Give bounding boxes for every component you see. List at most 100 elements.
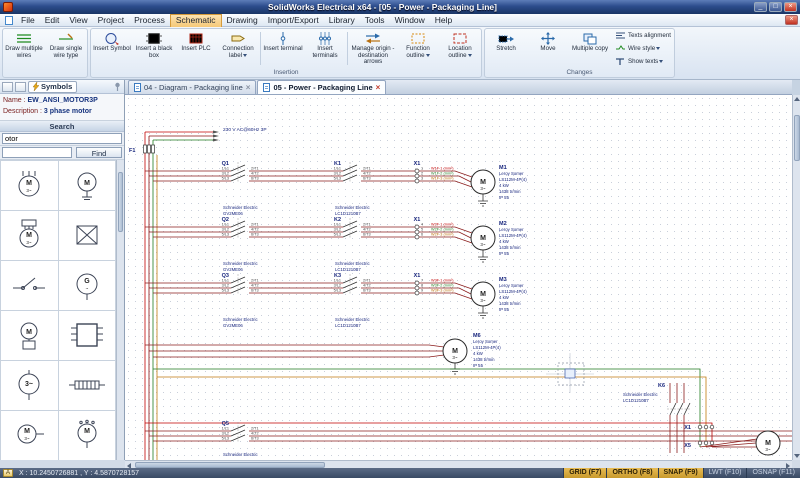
breaker-q5[interactable]: Q5 1/L1 3/L2 5/L3 2/T1 4/T2 6/T3 Schneid… [145, 421, 792, 457]
button-label: Connection label [222, 45, 254, 59]
bottom-right-circuit[interactable]: X1 X5 M 3~ [684, 424, 781, 456]
menu-project[interactable]: Project [93, 14, 129, 27]
menu-edit[interactable]: Edit [40, 14, 65, 27]
terminal-number: 8 [421, 284, 423, 288]
search-input[interactable] [2, 133, 122, 144]
move-icon [540, 31, 557, 45]
insert-terminals-button[interactable]: Insert terminals [304, 29, 346, 68]
draw-single-wire-button[interactable]: Draw single wire type [45, 29, 87, 68]
symbol-thumbnail[interactable]: G ~ [58, 261, 115, 310]
toggle-ortho[interactable]: ORTHO (F8) [606, 468, 658, 478]
motor-m6[interactable]: M 3~ M6 Leroy Somer LS112M-4P(4) 4 kW 14… [145, 333, 501, 375]
move-button[interactable]: Move [527, 29, 569, 68]
symbol-thumbnail[interactable] [58, 311, 115, 360]
button-label: Insert a black box [135, 45, 173, 59]
menu-process[interactable]: Process [129, 14, 170, 27]
schematic-canvas[interactable]: 230 V AC@60Hz 3P F1 Q1 1/L1 3/L2 5/L3 2/… [125, 95, 792, 460]
pushpin-icon[interactable] [113, 82, 122, 91]
menu-tools[interactable]: Tools [360, 14, 390, 27]
draw-multiple-wires-button[interactable]: Draw multiple wires [3, 29, 45, 68]
symbol-thumbnail[interactable]: M 3~ [1, 411, 58, 460]
insert-terminal-button[interactable]: Insert terminal [262, 29, 304, 68]
scrollbar-thumb[interactable] [794, 115, 800, 161]
terminals-icon [317, 31, 334, 45]
symbols-panel-tab[interactable]: Symbols [28, 80, 78, 93]
menu-help[interactable]: Help [430, 14, 457, 27]
motor-speed-label: 1438 tr/min [499, 301, 521, 306]
symbol-thumbnail[interactable]: M [1, 311, 58, 360]
menu-file[interactable]: File [16, 14, 40, 27]
branch-1-labels[interactable]: Q1 1/L1 3/L2 5/L3 2/T1 4/T2 6/T3 Schneid… [222, 161, 528, 216]
symbol-thumbnail[interactable]: M 3~ [1, 161, 58, 210]
menu-window[interactable]: Window [390, 14, 430, 27]
symbol-thumbnail[interactable] [58, 211, 115, 260]
schematic-drawing[interactable]: 230 V AC@60Hz 3P F1 Q1 1/L1 3/L2 5/L3 2/… [125, 95, 792, 460]
symbol-grid-scrollbar[interactable] [116, 160, 124, 460]
insert-symbol-button[interactable]: Insert Symbol [91, 29, 133, 68]
horizontal-scrollbar[interactable] [125, 460, 792, 469]
scrollbar-thumb[interactable] [118, 172, 123, 232]
dock-left-icon[interactable] [2, 81, 13, 92]
distribution-wires[interactable] [145, 368, 713, 447]
branch-3-labels[interactable]: Q3 1/L1 3/L2 5/L3 2/T1 4/T2 6/T3 Schneid… [222, 273, 528, 328]
pin-label: 3/L2 [334, 284, 341, 288]
symbol-thumbnail[interactable]: M 3~ [1, 211, 58, 260]
tab-diagram-04[interactable]: 04 - Diagram - Packaging line [128, 80, 257, 94]
incoming-supply[interactable]: 230 V AC@60Hz 3P [145, 127, 267, 142]
motor-speed-label: 1438 tr/min [499, 189, 521, 194]
find-button[interactable]: Find [76, 147, 122, 158]
connection-label-button[interactable]: Connection label [217, 29, 259, 68]
symbol-thumbnail[interactable] [1, 261, 58, 310]
tab-power-05[interactable]: 05 - Power - Packaging Line [257, 80, 387, 94]
manage-origin-destination-button[interactable]: Manage origin - destination arrows [349, 29, 397, 68]
show-texts-icon [614, 56, 626, 66]
menu-view[interactable]: View [64, 14, 92, 27]
tab-close-icon[interactable] [246, 84, 251, 92]
insert-black-box-button[interactable]: Insert a black box [133, 29, 175, 68]
branch-2-labels[interactable]: Q2 1/L1 3/L2 5/L3 2/T1 4/T2 6/T3 Schneid… [222, 217, 528, 272]
vertical-scrollbar[interactable] [792, 95, 800, 460]
button-label: Move [540, 45, 556, 52]
pin-label: 3/L2 [334, 172, 341, 176]
close-button[interactable] [784, 2, 797, 12]
contactor-k6[interactable]: K6 Schneider Electric LC1D1210B7 [623, 383, 691, 453]
symbol-thumbnail[interactable]: 3~ [1, 361, 58, 410]
supply-label[interactable]: 230 V AC@60Hz 3P [223, 127, 267, 133]
toggle-lwt[interactable]: LWT (F10) [702, 468, 747, 478]
menu-library[interactable]: Library [324, 14, 360, 27]
menu-schematic[interactable]: Schematic [169, 13, 222, 27]
side-panel-header: Symbols [0, 80, 124, 94]
symbol-description-row: Description : 3 phase motor [3, 107, 121, 118]
menu-import-export[interactable]: Import/Export [263, 14, 324, 27]
symbol-thumbnail[interactable]: M [58, 161, 115, 210]
ribbon-group-wires: Draw multiple wires Draw single wire typ… [2, 28, 88, 78]
scroll-up-icon[interactable] [793, 95, 800, 103]
fuse-tag-label[interactable]: F1 [129, 148, 135, 154]
pin-label: 5/L3 [222, 289, 229, 293]
tab-close-icon[interactable] [376, 84, 381, 92]
fuse-f1[interactable]: F1 [129, 144, 155, 154]
location-outline-button[interactable]: Location outline [439, 29, 481, 68]
svg-text:3~: 3~ [25, 436, 31, 441]
toggle-osnap[interactable]: OSNAP (F11) [746, 468, 800, 478]
texts-alignment-button[interactable]: Texts alignment [614, 30, 671, 42]
maximize-button[interactable] [769, 2, 782, 12]
multiple-copy-button[interactable]: Multiple copy [569, 29, 611, 68]
motor-symbol-letter: M [480, 291, 486, 298]
dock-right-icon[interactable] [15, 81, 26, 92]
function-outline-button[interactable]: Function outline [397, 29, 439, 68]
menu-drawing[interactable]: Drawing [222, 14, 263, 27]
show-texts-button[interactable]: Show texts [614, 55, 671, 67]
wire-style-button[interactable]: Wire style [614, 43, 671, 55]
document-close-button[interactable] [785, 15, 798, 25]
motor-symbol-letter: M [452, 348, 458, 355]
toggle-grid[interactable]: GRID (F7) [563, 468, 607, 478]
stretch-button[interactable]: Stretch [485, 29, 527, 68]
scroll-down-icon[interactable] [793, 452, 800, 460]
insert-plc-button[interactable]: Insert PLC [175, 29, 217, 68]
symbol-thumbnail[interactable] [58, 361, 115, 410]
search-scope-select[interactable] [2, 147, 72, 158]
symbol-thumbnail[interactable]: M [58, 411, 115, 460]
minimize-button[interactable] [754, 2, 767, 12]
toggle-snap[interactable]: SNAP (F9) [657, 468, 703, 478]
